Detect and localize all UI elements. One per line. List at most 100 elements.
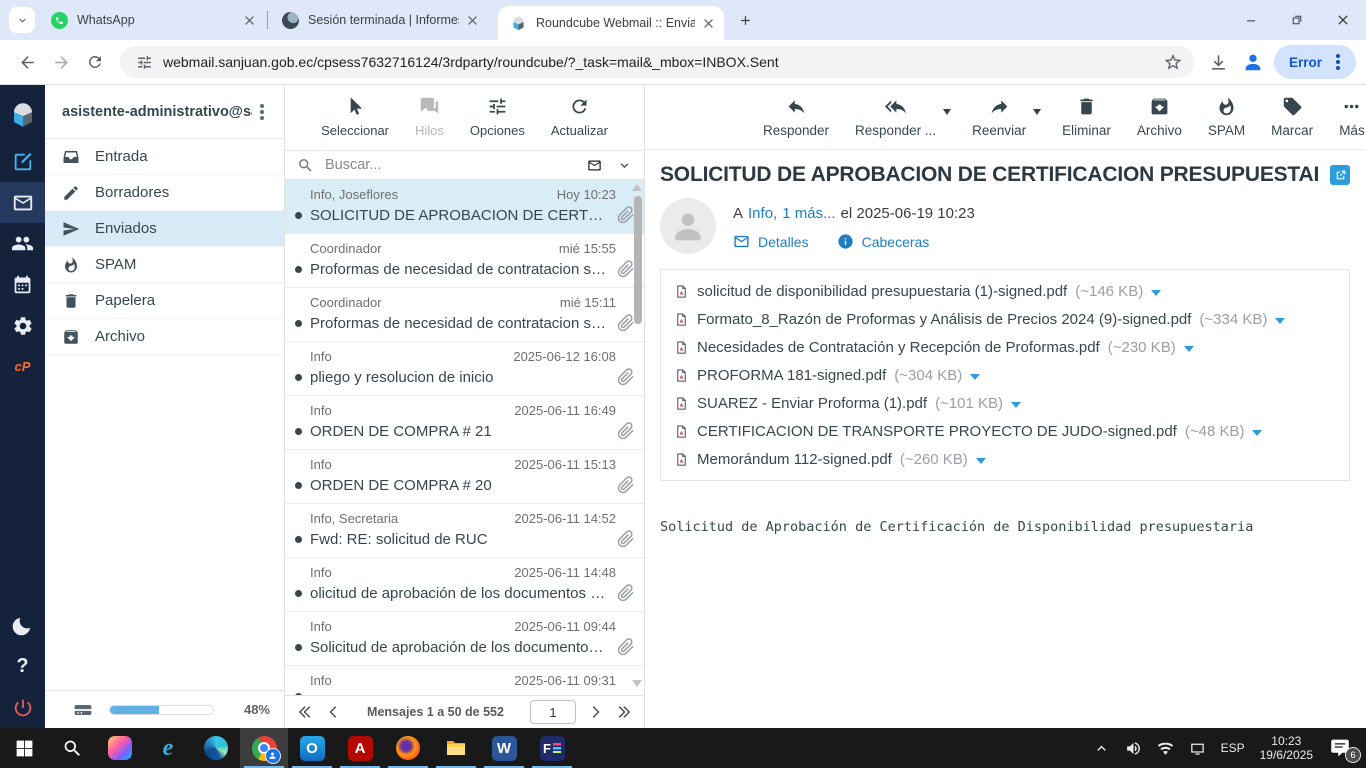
recipient-more-link[interactable]: 1 más... [782, 205, 835, 222]
taskbar-fapp-button[interactable]: F [528, 728, 576, 768]
rail-compose-button[interactable] [0, 141, 45, 182]
forward-button[interactable]: Reenviar [972, 96, 1026, 138]
delete-button[interactable]: Eliminar [1062, 96, 1111, 138]
back-button[interactable] [10, 45, 44, 79]
sidebar-item-enviados[interactable]: Enviados [45, 211, 284, 247]
taskbar-copilot-button[interactable] [96, 728, 144, 768]
sidebar-item-papelera[interactable]: Papelera [45, 283, 284, 319]
wifi-icon[interactable] [1157, 740, 1174, 757]
attachment-item[interactable]: solicitud de disponibilidad presupuestar… [674, 277, 1161, 305]
reply-all-button[interactable]: Responder ... [855, 96, 936, 138]
attachment-item[interactable]: SUAREZ - Enviar Proforma (1).pdf (~101 K… [674, 389, 1021, 417]
taskbar-outlook-button[interactable]: O [288, 728, 336, 768]
reload-button[interactable] [78, 45, 112, 79]
threads-button[interactable]: Hilos [415, 96, 444, 138]
recipient-link[interactable]: Info, [748, 205, 777, 222]
page-number-input[interactable] [530, 700, 576, 724]
attachment-menu-caret[interactable] [1275, 318, 1285, 324]
window-restore-button[interactable] [1274, 0, 1320, 40]
message-row[interactable]: Coordinadormié 15:55 Proformas de necesi… [285, 234, 644, 288]
taskbar-edge-button[interactable] [192, 728, 240, 768]
reply-button[interactable]: Responder [763, 96, 829, 138]
refresh-button[interactable]: Actualizar [551, 96, 608, 138]
taskbar-firefox-button[interactable] [384, 728, 432, 768]
account-menu-button[interactable] [252, 102, 272, 122]
attachment-menu-caret[interactable] [1184, 346, 1194, 352]
scrollbar-down-arrow[interactable] [632, 680, 642, 687]
start-button[interactable] [0, 728, 48, 768]
new-tab-button[interactable] [732, 7, 758, 33]
profile-error-chip[interactable]: Error [1274, 45, 1356, 79]
attachment-item[interactable]: PROFORMA 181-signed.pdf (~304 KB) [674, 361, 980, 389]
taskbar-internet-explorer-button[interactable]: e [144, 728, 192, 768]
message-row[interactable]: Info2025-06-11 16:49 ORDEN DE COMPRA # 2… [285, 396, 644, 450]
message-row[interactable]: Coordinadormié 15:11 Proformas de necesi… [285, 288, 644, 342]
taskbar-file-explorer-button[interactable] [432, 728, 480, 768]
bookmark-star-icon[interactable] [1164, 53, 1182, 71]
more-button[interactable]: Más [1339, 96, 1365, 138]
tab-search-button[interactable] [9, 7, 35, 33]
select-button[interactable]: Seleccionar [321, 96, 389, 138]
archive-button[interactable]: Archivo [1137, 96, 1182, 138]
sidebar-item-archivo[interactable]: Archivo [45, 319, 284, 355]
volume-icon[interactable] [1125, 740, 1142, 757]
attachment-menu-caret[interactable] [1011, 402, 1021, 408]
message-row[interactable]: Info2025-06-12 16:08 pliego y resolucion… [285, 342, 644, 396]
attachment-item[interactable]: Formato_8_Razón de Proformas y Análisis … [674, 305, 1285, 333]
message-row[interactable]: Info, JosefloresHoy 10:23 SOLICITUD DE A… [285, 180, 644, 234]
headers-toggle[interactable]: Cabeceras [837, 233, 930, 250]
scrollbar-up-arrow[interactable] [632, 184, 642, 191]
url-bar[interactable]: webmail.sanjuan.gob.ec/cpsess7632716124/… [120, 46, 1194, 78]
scrollbar-thumb[interactable] [634, 196, 642, 324]
sidebar-item-borradores[interactable]: Borradores [45, 175, 284, 211]
message-row[interactable]: Info2025-06-11 09:44 Solicitud de aproba… [285, 612, 644, 666]
dropdown-caret[interactable] [943, 109, 951, 115]
tab-roundcube-active[interactable]: Roundcube Webmail :: Enviados [498, 6, 724, 40]
tab-whatsapp[interactable]: WhatsApp [39, 0, 265, 40]
forward-button[interactable] [44, 45, 78, 79]
dropdown-caret[interactable] [1033, 109, 1041, 115]
rail-logout-button[interactable] [0, 687, 45, 728]
search-options-chevron-icon[interactable] [617, 158, 632, 173]
taskbar-chrome-button[interactable] [240, 728, 288, 768]
attachment-item[interactable]: CERTIFICACION DE TRANSPORTE PROYECTO DE … [674, 417, 1262, 445]
options-button[interactable]: Opciones [470, 96, 525, 138]
roundcube-logo[interactable] [0, 89, 45, 141]
open-in-new-window-button[interactable] [1330, 165, 1350, 185]
first-page-button[interactable] [297, 704, 313, 720]
previous-page-button[interactable] [325, 704, 341, 720]
window-minimize-button[interactable] [1228, 0, 1274, 40]
tab-close-icon[interactable] [701, 16, 716, 31]
tab-close-icon[interactable] [242, 13, 257, 28]
attachment-menu-caret[interactable] [1151, 290, 1161, 296]
taskbar-search-button[interactable] [48, 728, 96, 768]
message-row[interactable]: Info2025-06-11 15:13 ORDEN DE COMPRA # 2… [285, 450, 644, 504]
language-indicator[interactable]: ESP [1221, 741, 1245, 755]
taskbar-clock[interactable]: 10:23 19/6/2025 [1260, 734, 1313, 762]
tray-chevron-up-icon[interactable] [1093, 740, 1110, 757]
attachment-menu-caret[interactable] [970, 374, 980, 380]
rail-settings-button[interactable] [0, 305, 45, 346]
message-row[interactable]: Info2025-06-11 14:48 olicitud de aprobac… [285, 558, 644, 612]
rail-calendar-button[interactable] [0, 264, 45, 305]
message-row[interactable]: Info, Secretaria2025-06-11 14:52 Fwd: RE… [285, 504, 644, 558]
next-page-button[interactable] [588, 704, 604, 720]
notification-center-button[interactable]: 6 [1328, 737, 1354, 759]
attachment-item[interactable]: Memorándum 112-signed.pdf (~260 KB) [674, 445, 986, 473]
downloads-button[interactable] [1202, 45, 1236, 79]
search-scope-icon[interactable] [585, 158, 604, 173]
tab-session[interactable]: Sesión terminada | Informes Me [270, 0, 488, 40]
browser-profile-button[interactable] [1236, 45, 1270, 79]
sidebar-item-entrada[interactable]: Entrada [45, 139, 284, 175]
message-row[interactable]: Info2025-06-11 09:31 [285, 666, 644, 695]
search-input[interactable] [323, 156, 576, 174]
taskbar-word-button[interactable]: W [480, 728, 528, 768]
sidebar-item-spam[interactable]: SPAM [45, 247, 284, 283]
taskbar-acrobat-button[interactable]: A [336, 728, 384, 768]
browser-menu-button[interactable] [1328, 52, 1348, 72]
attachment-menu-caret[interactable] [1252, 430, 1262, 436]
rail-cpanel-button[interactable]: cP [0, 346, 45, 387]
rail-darkmode-button[interactable] [0, 605, 45, 646]
mark-button[interactable]: Marcar [1271, 96, 1313, 138]
display-connect-icon[interactable] [1189, 740, 1206, 757]
